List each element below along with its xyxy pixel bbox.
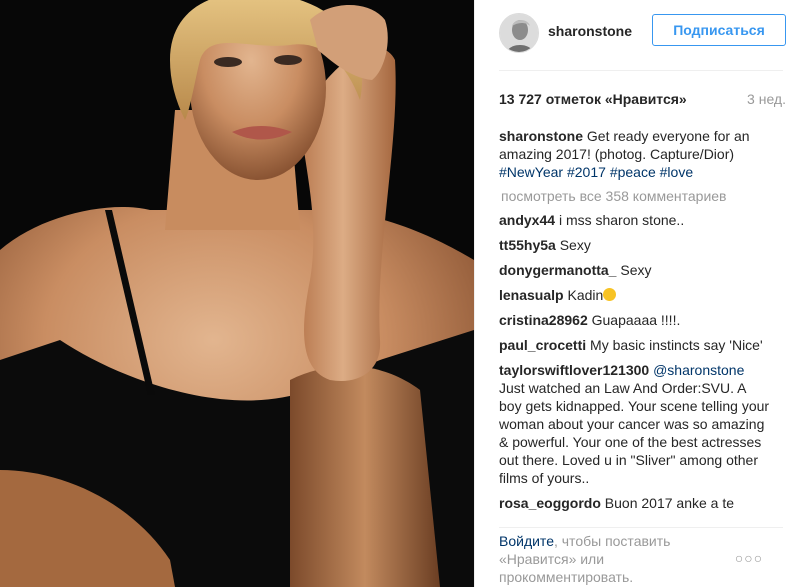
caption-username[interactable]: sharonstone — [499, 128, 583, 144]
hashtag-link[interactable]: #love — [660, 164, 693, 180]
comment-text: Kadin — [567, 287, 604, 303]
comment-username[interactable]: donygermanotta_ — [499, 262, 616, 278]
profile-avatar[interactable] — [499, 13, 539, 53]
smile-emoji-icon — [603, 288, 617, 301]
comment-text: Just watched an Law And Order:SVU. A boy… — [499, 380, 770, 486]
comment-username[interactable]: taylorswiftlover121300 — [499, 362, 649, 378]
caption: sharonstone Get ready everyone for an am… — [499, 127, 770, 181]
instagram-post: sharonstone Подписаться 13 727 отметок «… — [0, 0, 791, 587]
ellipsis-icon[interactable]: ○○○ — [734, 551, 764, 567]
comment: paul_crocetti My basic instincts say 'Ni… — [499, 336, 770, 354]
comment-text: Buon 2017 anke a te — [604, 495, 735, 511]
comment-text: My basic instincts say 'Nice' — [590, 337, 763, 353]
portrait-image — [0, 0, 474, 587]
header-divider — [499, 70, 783, 71]
post-meta: 13 727 отметок «Нравится» 3 нед. — [499, 91, 786, 111]
comments-list[interactable]: sharonstone Get ready everyone for an am… — [499, 127, 770, 526]
hashtag-link[interactable]: #peace — [610, 164, 656, 180]
comment-text: i mss sharon stone.. — [558, 212, 685, 228]
comment-username[interactable]: rosa_eoggordo — [499, 495, 601, 511]
comment: donygermanotta_ Sexy — [499, 261, 770, 279]
comment: taylorswiftlover121300 @sharonstone Just… — [499, 361, 770, 487]
hashtag-link[interactable]: #NewYear — [499, 164, 563, 180]
avatar-image — [500, 14, 538, 52]
comment-username[interactable]: cristina28962 — [499, 312, 588, 328]
view-all-comments-link[interactable]: посмотреть все 358 комментариев — [501, 188, 770, 204]
comment-username[interactable]: tt55hy5a — [499, 237, 556, 253]
login-link[interactable]: Войдите — [499, 533, 554, 549]
comment-username[interactable]: lenasualp — [499, 287, 564, 303]
comment: andyx44 i mss sharon stone.. — [499, 211, 770, 229]
post-photo[interactable] — [0, 0, 474, 587]
post-sidebar: sharonstone Подписаться 13 727 отметок «… — [474, 0, 791, 587]
follow-button[interactable]: Подписаться — [652, 14, 786, 46]
comment-text: Guapaaaa !!!!. — [591, 312, 681, 328]
comment: lenasualp Kadin — [499, 286, 770, 304]
comment: rosa_eoggordo Buon 2017 anke a te — [499, 494, 770, 512]
login-prompt: Войдите, чтобы поставить «Нравится» или … — [499, 532, 739, 586]
comment-text: Sexy — [620, 262, 652, 278]
comment-username[interactable]: andyx44 — [499, 212, 555, 228]
comment-text: Sexy — [559, 237, 591, 253]
post-time[interactable]: 3 нед. — [747, 91, 786, 107]
header-username-link[interactable]: sharonstone — [548, 23, 632, 39]
comment-username[interactable]: paul_crocetti — [499, 337, 586, 353]
post-header: sharonstone Подписаться — [475, 0, 791, 70]
footer-divider — [499, 527, 783, 528]
likes-count[interactable]: 13 727 отметок «Нравится» — [499, 91, 687, 107]
comment: tt55hy5a Sexy — [499, 236, 770, 254]
comment: cristina28962 Guapaaaa !!!!. — [499, 311, 770, 329]
comment-mention[interactable]: @sharonstone — [653, 362, 744, 378]
hashtag-link[interactable]: #2017 — [567, 164, 606, 180]
